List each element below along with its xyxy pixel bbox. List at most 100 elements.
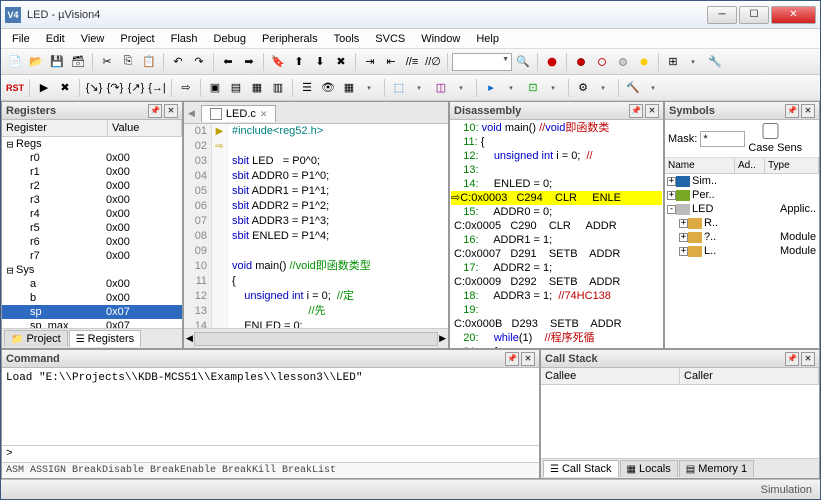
- bookmark-clear-button[interactable]: ✖: [331, 52, 351, 72]
- uncomment-button[interactable]: //∅: [423, 52, 443, 72]
- menu-project[interactable]: Project: [113, 31, 161, 47]
- callstack-body[interactable]: [541, 385, 819, 458]
- disasm-body[interactable]: 10: void main() //void即函数类 11: { 12: uns…: [450, 120, 663, 348]
- menu-file[interactable]: File: [5, 31, 37, 47]
- tab-locals[interactable]: ▦ Locals: [620, 460, 678, 477]
- registers-body[interactable]: ⊟Regsr00x00r10x00r20x00r30x00r40x00r50x0…: [2, 137, 182, 328]
- trace-button[interactable]: ▸: [481, 78, 501, 98]
- find-combo[interactable]: [452, 53, 512, 71]
- bookmark-prev-button[interactable]: ⬆: [289, 52, 309, 72]
- comment-button[interactable]: //≡: [402, 52, 422, 72]
- registers-window-button[interactable]: ▥: [268, 78, 288, 98]
- redo-button[interactable]: ↷: [189, 52, 209, 72]
- run-to-cursor-button[interactable]: {→|: [147, 78, 167, 98]
- tab-memory1[interactable]: ▤ Memory 1: [679, 460, 754, 477]
- open-file-button[interactable]: 📂: [26, 52, 46, 72]
- undo-button[interactable]: ↶: [168, 52, 188, 72]
- paste-button[interactable]: 📋: [139, 52, 159, 72]
- pin-icon[interactable]: 📌: [629, 104, 643, 118]
- command-log[interactable]: Load "E:\\Projects\\KDB-MCS51\\Examples\…: [2, 368, 539, 445]
- command-window-button[interactable]: ▣: [205, 78, 225, 98]
- pin-icon[interactable]: 📌: [148, 104, 162, 118]
- perf-dropdown[interactable]: [594, 78, 614, 98]
- disasm-header[interactable]: Disassembly 📌 ✕: [450, 102, 663, 120]
- symbols-window-button[interactable]: ▦: [247, 78, 267, 98]
- find-button[interactable]: 🔍: [513, 52, 533, 72]
- nav-back-button[interactable]: ⬅: [218, 52, 238, 72]
- col-type[interactable]: Type: [765, 158, 819, 173]
- minimize-button[interactable]: ─: [707, 6, 737, 24]
- callstack-button[interactable]: ☰: [297, 78, 317, 98]
- config-button[interactable]: 🔧: [705, 52, 725, 72]
- breakpoint-insert-button[interactable]: [571, 52, 591, 72]
- callstack-header[interactable]: Call Stack 📌 ✕: [541, 350, 819, 368]
- pin-icon[interactable]: 📌: [785, 352, 799, 366]
- step-out-button[interactable]: {↗}: [126, 78, 146, 98]
- col-callee[interactable]: Callee: [541, 368, 680, 384]
- menu-peripherals[interactable]: Peripherals: [255, 31, 325, 47]
- col-caller[interactable]: Caller: [680, 368, 819, 384]
- coverage-dropdown[interactable]: [544, 78, 564, 98]
- menu-svcs[interactable]: SVCS: [368, 31, 412, 47]
- registers-header[interactable]: Registers 📌 ✕: [2, 102, 182, 120]
- menu-flash[interactable]: Flash: [164, 31, 205, 47]
- serial-button[interactable]: ⬚: [389, 78, 409, 98]
- toolbox-button[interactable]: 🔨: [623, 78, 643, 98]
- memory-button[interactable]: ▦: [339, 78, 359, 98]
- menu-help[interactable]: Help: [469, 31, 506, 47]
- perf-button[interactable]: ⚙: [573, 78, 593, 98]
- tab-close-icon[interactable]: ✕: [260, 109, 268, 120]
- close-panel-button[interactable]: ✕: [164, 104, 178, 118]
- window-button[interactable]: ⊞: [663, 52, 683, 72]
- command-input[interactable]: [17, 446, 539, 462]
- menu-view[interactable]: View: [74, 31, 112, 47]
- bookmark-next-button[interactable]: ⬇: [310, 52, 330, 72]
- memory-dropdown[interactable]: [360, 78, 380, 98]
- tab-callstack[interactable]: ☰ Call Stack: [543, 460, 619, 477]
- close-panel-button[interactable]: ✕: [645, 104, 659, 118]
- tab-prev-icon[interactable]: ◀: [188, 108, 195, 119]
- col-addr[interactable]: Ad..: [735, 158, 765, 173]
- indent-button[interactable]: ⇥: [360, 52, 380, 72]
- breakpoint-disable-button[interactable]: [613, 52, 633, 72]
- show-next-button[interactable]: ⇨: [176, 78, 196, 98]
- editor-tab-active[interactable]: LED.c ✕: [201, 105, 277, 122]
- step-into-button[interactable]: {↘}: [84, 78, 104, 98]
- tab-project[interactable]: 📁 Project: [4, 330, 68, 347]
- save-button[interactable]: 💾: [47, 52, 67, 72]
- close-button[interactable]: ✕: [771, 6, 816, 24]
- run-button[interactable]: ▶: [34, 78, 54, 98]
- analysis-button[interactable]: ◫: [431, 78, 451, 98]
- maximize-button[interactable]: ☐: [739, 6, 769, 24]
- disasm-window-button[interactable]: ▤: [226, 78, 246, 98]
- code-area[interactable]: #include<reg52.h> sbit LED = P0^0;sbit A…: [228, 124, 448, 328]
- close-panel-button[interactable]: ✕: [521, 352, 535, 366]
- col-register[interactable]: Register: [2, 120, 108, 136]
- nav-fwd-button[interactable]: ➡: [239, 52, 259, 72]
- symbols-header[interactable]: Symbols 📌 ✕: [665, 102, 819, 120]
- tab-registers[interactable]: ☰ Registers: [69, 330, 141, 347]
- mask-input[interactable]: [700, 131, 745, 147]
- breakpoint-margin[interactable]: ▶⇨: [212, 124, 228, 328]
- hscrollbar[interactable]: [194, 332, 438, 346]
- stop-button[interactable]: ✖: [55, 78, 75, 98]
- scroll-right-icon[interactable]: ▶: [439, 333, 446, 344]
- cut-button[interactable]: ✂: [97, 52, 117, 72]
- symbols-body[interactable]: +Sim..+Per..-LEDApplic..+R..+?..Module+L…: [665, 174, 819, 348]
- watch-button[interactable]: 👁: [318, 78, 338, 98]
- menu-window[interactable]: Window: [414, 31, 467, 47]
- breakpoint-enable-button[interactable]: [592, 52, 612, 72]
- bookmark-button[interactable]: 🔖: [268, 52, 288, 72]
- editor-body[interactable]: 01020304050607080910111213141516 ▶⇨ #inc…: [184, 124, 448, 328]
- analysis-dropdown[interactable]: [452, 78, 472, 98]
- reset-button[interactable]: RST: [5, 78, 25, 98]
- pin-icon[interactable]: 📌: [505, 352, 519, 366]
- case-checkbox[interactable]: [748, 123, 793, 139]
- step-over-button[interactable]: {↷}: [105, 78, 125, 98]
- command-header[interactable]: Command 📌 ✕: [2, 350, 539, 368]
- window-dropdown[interactable]: [684, 52, 704, 72]
- copy-button[interactable]: ⎘: [118, 52, 138, 72]
- close-panel-button[interactable]: ✕: [801, 352, 815, 366]
- trace-dropdown[interactable]: [502, 78, 522, 98]
- menu-edit[interactable]: Edit: [39, 31, 72, 47]
